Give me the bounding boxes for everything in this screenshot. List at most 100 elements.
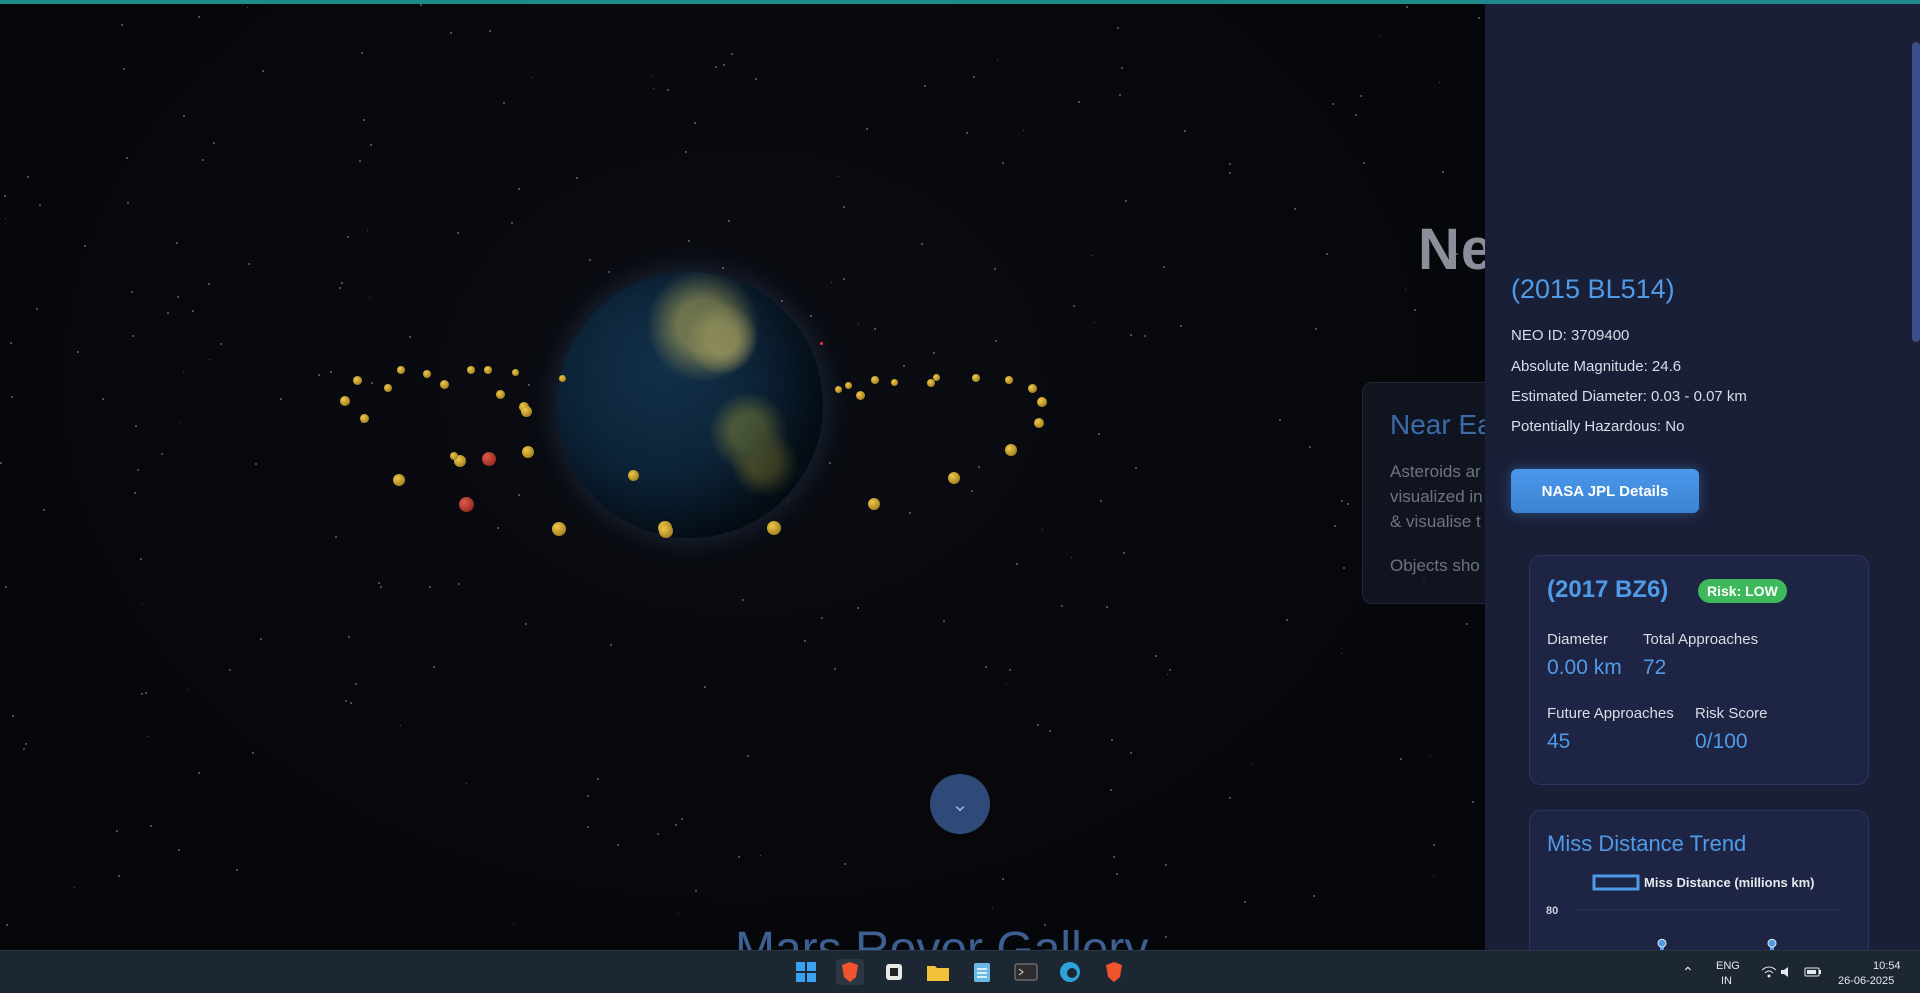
star (704, 686, 706, 688)
asteroid[interactable] (360, 414, 369, 423)
asteroid[interactable] (948, 472, 960, 484)
star (1135, 467, 1137, 469)
star (458, 583, 460, 585)
intro-card-line: visualized in (1390, 487, 1483, 506)
brave-browser-icon[interactable] (836, 959, 864, 985)
asteroid[interactable] (845, 382, 852, 389)
file-explorer-icon[interactable] (924, 959, 952, 985)
panel-scrollbar[interactable] (1912, 4, 1920, 950)
risk-score-value: 0/100 (1695, 730, 1748, 753)
star (1326, 253, 1328, 255)
star (1286, 619, 1288, 621)
scroll-down-button[interactable]: ⌄ (930, 774, 990, 834)
asteroid[interactable] (871, 376, 879, 384)
star (135, 425, 137, 427)
asteroid[interactable] (767, 521, 781, 535)
star (722, 267, 724, 269)
asteroid[interactable] (1034, 418, 1044, 428)
star (971, 490, 973, 492)
neo-id: NEO ID: 3709400 (1511, 327, 1630, 344)
asteroid[interactable] (868, 498, 880, 510)
star (1061, 605, 1063, 607)
star (4, 195, 6, 197)
volume-icon[interactable] (1773, 959, 1801, 985)
asteroid[interactable] (1037, 397, 1047, 407)
clock-date[interactable]: 26-06-2025 (1838, 975, 1894, 987)
star (489, 30, 491, 32)
asteroid[interactable] (512, 369, 519, 376)
hazardous-asteroid[interactable] (459, 497, 474, 512)
asteroid[interactable] (933, 374, 940, 381)
star (359, 160, 361, 162)
asteroid[interactable] (467, 366, 475, 374)
star (177, 296, 179, 298)
star (183, 371, 184, 372)
app-icon[interactable] (880, 959, 908, 985)
star (150, 825, 152, 827)
hazardous-asteroid[interactable] (482, 452, 496, 466)
star (1244, 901, 1246, 903)
star (532, 77, 533, 78)
asteroid[interactable] (353, 376, 362, 385)
asteroid[interactable] (423, 370, 431, 378)
asteroid[interactable] (552, 522, 566, 536)
star (723, 64, 725, 66)
asteroid[interactable] (1005, 444, 1017, 456)
region-indicator[interactable]: IN (1721, 975, 1732, 987)
asteroid[interactable] (384, 384, 392, 392)
star (260, 638, 262, 640)
asteroid[interactable] (559, 375, 566, 382)
panel-scroll-thumb[interactable] (1912, 42, 1920, 342)
star (1100, 500, 1102, 502)
nasa-jpl-details-button[interactable]: NASA JPL Details (1511, 469, 1699, 513)
star (1430, 755, 1431, 756)
neo-details-panel[interactable]: (2015 BL514) NEO ID: 3709400 Absolute Ma… (1485, 4, 1920, 950)
asteroid[interactable] (1028, 384, 1037, 393)
asteroid[interactable] (484, 366, 492, 374)
edge-browser-icon[interactable] (1056, 959, 1084, 985)
star (161, 453, 163, 455)
brave-browser-icon[interactable] (1100, 959, 1128, 985)
star (229, 669, 231, 671)
star (1155, 655, 1157, 657)
asteroid[interactable] (450, 452, 458, 460)
asteroid[interactable] (522, 446, 534, 458)
star (788, 500, 789, 501)
asteroid[interactable] (397, 366, 405, 374)
asteroid[interactable] (393, 474, 405, 486)
star (378, 582, 380, 584)
3d-scene[interactable]: Ne Near Ea Asteroids ar visualized in & … (0, 4, 1485, 950)
asteroid[interactable] (1005, 376, 1013, 384)
asteroid[interactable] (440, 380, 449, 389)
star (330, 371, 332, 373)
miss-distance-chart: Miss Distance (millions km)8070 (1546, 874, 1839, 950)
star (695, 890, 697, 892)
asteroid[interactable] (628, 470, 639, 481)
asteroid[interactable] (521, 406, 532, 417)
star (147, 736, 148, 737)
language-indicator[interactable]: ENG (1716, 960, 1740, 972)
terminal-icon[interactable] (1012, 959, 1040, 985)
star (1125, 200, 1127, 202)
asteroid[interactable] (891, 379, 898, 386)
chevron-up-icon[interactable]: ⌃ (1682, 964, 1694, 981)
star (123, 68, 125, 70)
star (657, 833, 659, 835)
star (597, 778, 599, 780)
asteroid[interactable] (972, 374, 980, 382)
star (43, 509, 45, 511)
asteroid[interactable] (856, 391, 865, 400)
y-tick-label: 80 (1546, 905, 1558, 917)
battery-icon[interactable] (1799, 959, 1827, 985)
asteroid[interactable] (835, 386, 842, 393)
asteroid[interactable] (659, 524, 673, 538)
neo-marker[interactable] (820, 342, 823, 345)
windows-start-icon[interactable] (792, 959, 820, 985)
earth-globe[interactable] (557, 272, 823, 538)
star (1121, 67, 1123, 69)
asteroid[interactable] (496, 390, 505, 399)
clock-time[interactable]: 10:54 (1873, 960, 1901, 972)
notepad-icon[interactable] (968, 959, 996, 985)
star (77, 351, 79, 353)
asteroid[interactable] (340, 396, 350, 406)
